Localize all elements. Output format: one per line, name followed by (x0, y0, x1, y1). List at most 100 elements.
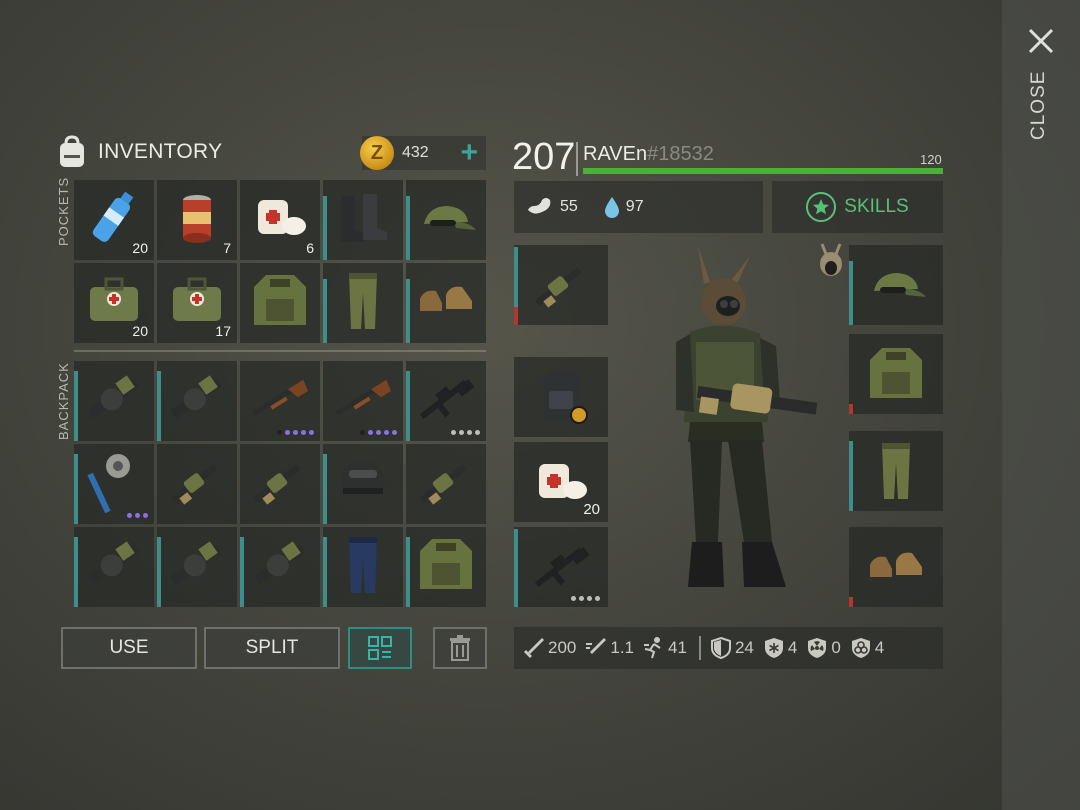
durability-bar (240, 537, 244, 607)
backpack-slot-blue-pants[interactable] (323, 527, 403, 607)
equip-slot-head[interactable] (849, 245, 943, 325)
split-button[interactable]: SPLIT (204, 627, 340, 669)
sort-grid-icon (368, 636, 392, 660)
item-quantity: 20 (132, 240, 148, 256)
backpack-slot-grenade-launcher-drum[interactable] (157, 527, 237, 607)
use-button[interactable]: USE (61, 627, 197, 669)
close-label[interactable]: CLOSE (1028, 71, 1052, 140)
item-quantity: 6 (306, 240, 314, 256)
food-value: 55 (560, 198, 578, 215)
item-quantity: 20 (132, 323, 148, 339)
grenade-launcher-drum-icon (87, 375, 140, 419)
rarity-dots (360, 430, 397, 435)
durability-bar (74, 371, 78, 441)
movement-value: 41 (668, 638, 687, 657)
durability-bar (157, 537, 161, 607)
add-coins-button[interactable]: + (460, 138, 478, 168)
pocket-slot-boots[interactable] (323, 180, 403, 260)
backpack-slot-grenade-launcher-drum[interactable] (74, 361, 154, 441)
player-level: 207 (512, 136, 576, 178)
rarity-dots (277, 430, 314, 435)
equip-slot-backpack[interactable] (514, 357, 608, 437)
pocket-slot-bandage[interactable]: 6 (240, 180, 320, 260)
durability-low-bar (514, 307, 518, 325)
pocket-slot-water-bottle[interactable]: 20 (74, 180, 154, 260)
backpack-slot-spiked-mace[interactable] (74, 444, 154, 524)
combat-helmet-icon (341, 460, 385, 494)
backpack-slot-grenade-launcher[interactable] (240, 444, 320, 524)
pocket-slot-brown-shoes[interactable] (406, 263, 486, 343)
durability-low-bar (849, 597, 853, 607)
backpack-grid (74, 361, 486, 607)
grenade-launcher-icon (419, 464, 467, 505)
xp-max: 120 (920, 152, 942, 167)
backpack-slot-combat-helmet[interactable] (323, 444, 403, 524)
grenade-launcher-drum-icon (170, 375, 223, 419)
camo-cap-icon (874, 273, 926, 297)
durability-bar (323, 454, 327, 524)
close-panel[interactable]: CLOSE (1002, 0, 1080, 810)
player-nickname: RAVEn (583, 143, 648, 165)
backpack-slot-shotgun[interactable] (323, 361, 403, 441)
durability-bar (849, 261, 853, 325)
skills-label[interactable]: SKILLS (844, 196, 908, 218)
coin-count: 432 (402, 144, 429, 161)
backpack-icon (543, 373, 588, 424)
equip-slot-primary-weapon[interactable] (514, 245, 608, 325)
rarity-dots (127, 513, 148, 518)
pocket-slot-medkit-bag[interactable]: 17 (157, 263, 237, 343)
attack-speed-stat: 1.1 (584, 636, 634, 660)
durability-bar (406, 279, 410, 343)
shotgun-icon (252, 379, 308, 416)
skills-button[interactable]: SKILLS (772, 181, 943, 233)
pocket-slot-camo-pants[interactable] (323, 263, 403, 343)
brown-shoes-icon (870, 552, 922, 577)
assault-rifle-icon (419, 378, 475, 420)
bandage-icon (258, 200, 306, 235)
gas-mask-icon[interactable] (816, 242, 846, 282)
movement-stat: 41 (642, 636, 687, 660)
brown-shoes-icon (420, 286, 472, 311)
backpack-icon (60, 135, 84, 167)
equip-slot-body[interactable] (849, 334, 943, 414)
section-divider (74, 350, 486, 352)
equip-slot-feet[interactable] (849, 527, 943, 607)
backpack-slot-grenade-launcher[interactable] (406, 444, 486, 524)
pocket-slot-medkit-bag[interactable]: 20 (74, 263, 154, 343)
equip-slot-secondary-weapon[interactable] (514, 527, 608, 607)
durability-bar (157, 371, 161, 441)
toxic-resist-value: 4 (874, 638, 885, 657)
item-quantity: 17 (215, 323, 231, 339)
close-icon[interactable] (1026, 26, 1056, 56)
pocket-slot-camo-cap[interactable] (406, 180, 486, 260)
pockets-label: POCKETS (56, 176, 71, 246)
combat-stats-bar: 200 1.1 41 24 4 0 4 (514, 627, 943, 669)
durability-bar (323, 279, 327, 343)
durability-bar (849, 441, 853, 511)
radiation-resist-value: 0 (831, 638, 841, 657)
durability-bar (74, 537, 78, 607)
backpack-slot-grenade-launcher-drum[interactable] (74, 527, 154, 607)
sort-button[interactable] (348, 627, 412, 669)
camo-cap-icon (424, 206, 476, 230)
grenade-launcher-drum-icon (253, 541, 306, 585)
backpack-slot-grenade-launcher-drum[interactable] (240, 527, 320, 607)
discard-button[interactable] (433, 627, 487, 669)
pocket-slot-camo-vest[interactable] (240, 263, 320, 343)
backpack-slot-camo-vest[interactable] (406, 527, 486, 607)
equip-slot-legs[interactable] (849, 431, 943, 511)
backpack-slot-assault-rifle[interactable] (406, 361, 486, 441)
stomach-icon (528, 198, 551, 214)
camo-vest-icon (254, 275, 306, 325)
snowflake-shield-icon (764, 638, 783, 658)
camo-vest-icon (420, 539, 472, 589)
backpack-slot-grenade-launcher[interactable] (157, 444, 237, 524)
camo-vest-icon (870, 348, 922, 398)
backpack-slot-grenade-launcher-drum[interactable] (157, 361, 237, 441)
equip-slot-consumable[interactable]: 20 (514, 442, 608, 522)
grenade-launcher-icon (253, 464, 301, 505)
cold-resist-value: 4 (787, 638, 798, 657)
durability-bar (514, 529, 518, 607)
pocket-slot-canned-food[interactable]: 7 (157, 180, 237, 260)
backpack-slot-shotgun[interactable] (240, 361, 320, 441)
